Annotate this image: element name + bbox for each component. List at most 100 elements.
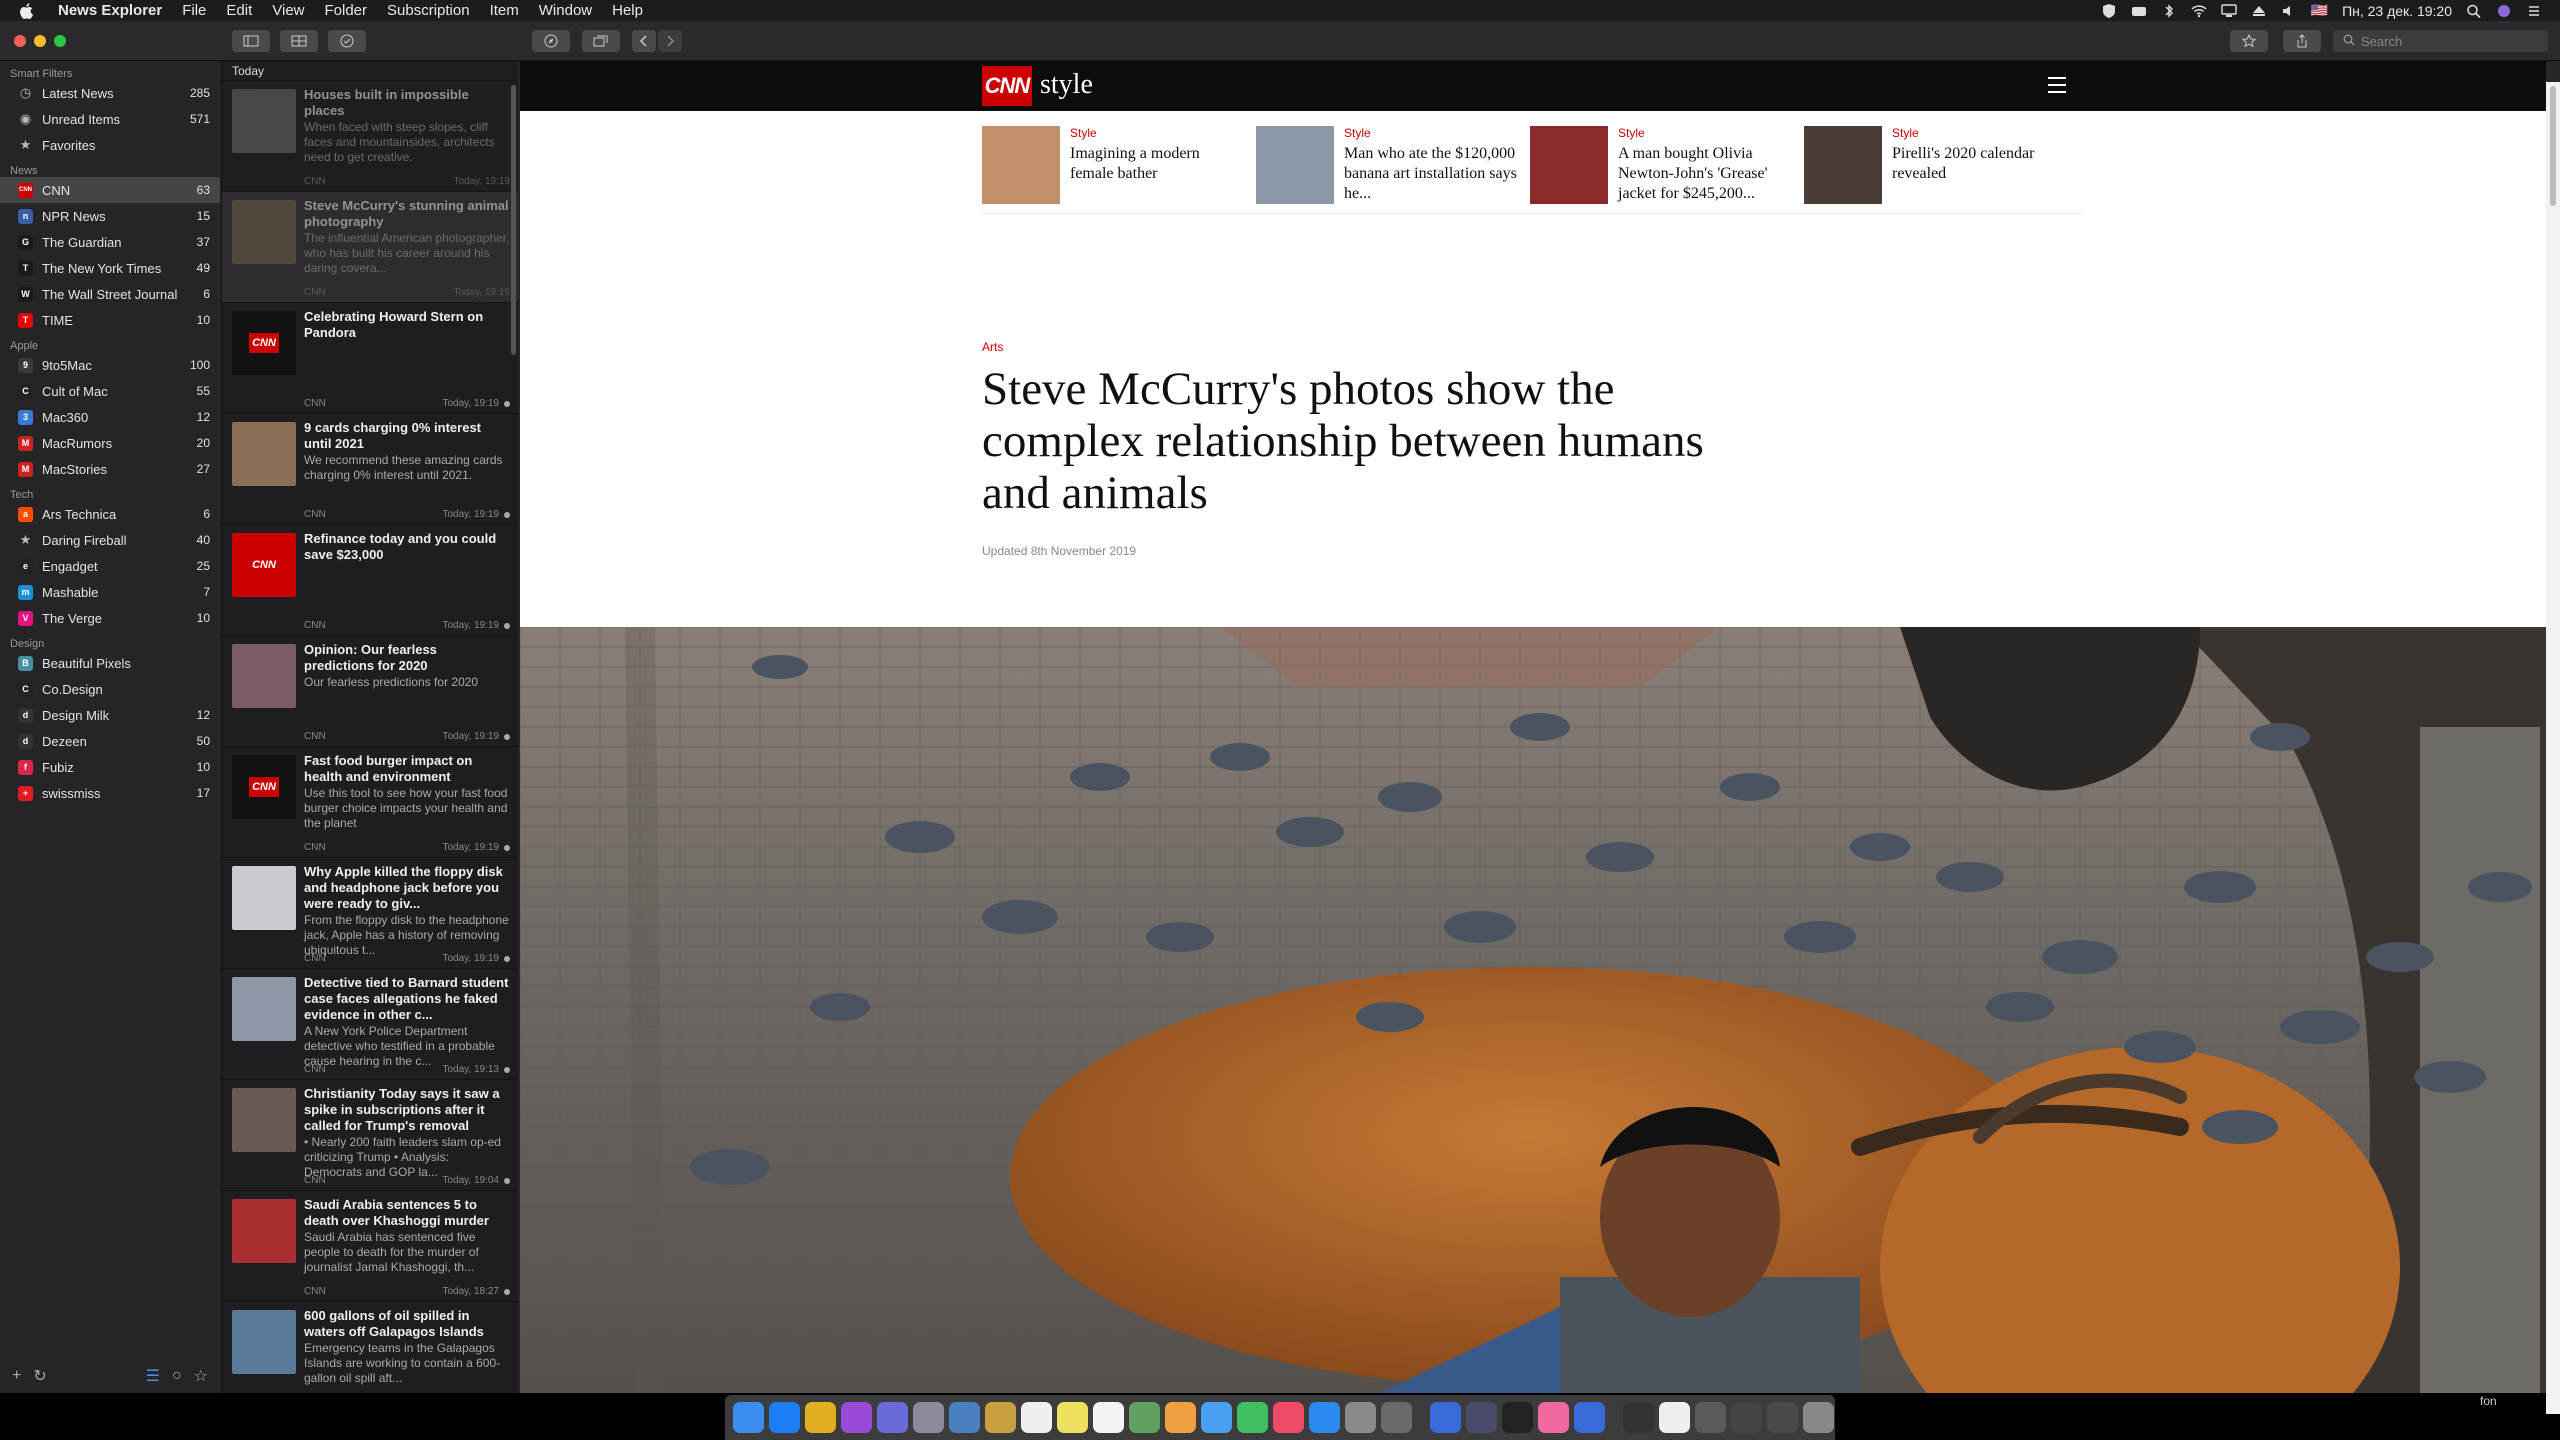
article-list-item[interactable]: Saudi Arabia sentences 5 to death over K… <box>222 1191 518 1302</box>
close-window-button[interactable] <box>14 35 26 47</box>
reader-scrollbar[interactable] <box>2546 82 2560 1414</box>
photos-icon[interactable] <box>1165 1402 1196 1433</box>
music-icon[interactable] <box>1273 1402 1304 1433</box>
article-list-item[interactable]: Opinion: Our fearless predictions for 20… <box>222 636 518 747</box>
mail-icon[interactable] <box>1201 1402 1232 1433</box>
article-list-item[interactable]: 9 cards charging 0% interest until 2021 W… <box>222 414 518 525</box>
sidebar-item-engadget[interactable]: e Engadget 25 <box>0 553 220 579</box>
sidebar-item-unread-items[interactable]: ◉ Unread Items 571 <box>0 106 220 132</box>
menu-folder[interactable]: Folder <box>315 2 378 19</box>
article-list-item[interactable]: Houses built in impossible places When fa… <box>222 81 518 192</box>
sidebar-item-9to5mac[interactable]: 9 9to5Mac 100 <box>0 352 220 378</box>
menubar-clock[interactable]: Пн, 23 дек. 19:20 <box>2342 3 2452 19</box>
volume-icon[interactable] <box>2281 4 2297 18</box>
sidebar-item-the-verge[interactable]: V The Verge 10 <box>0 605 220 631</box>
notification-center-icon[interactable] <box>2526 4 2542 18</box>
appstore-icon[interactable] <box>1309 1402 1340 1433</box>
article-category[interactable]: Arts <box>982 340 1003 354</box>
chrome-icon[interactable] <box>805 1402 836 1433</box>
menu-view[interactable]: View <box>262 2 314 19</box>
display-icon[interactable] <box>2220 3 2237 18</box>
list-scrollbar[interactable] <box>511 85 516 355</box>
sidebar-item-daring-fireball[interactable]: ★ Daring Fireball 40 <box>0 527 220 553</box>
favorites-filter-icon[interactable]: ☆ <box>194 1366 208 1386</box>
siri-icon[interactable] <box>2496 4 2512 18</box>
list-filter-icon[interactable]: ☰ <box>146 1366 160 1386</box>
sidebar-item-favorites[interactable]: ★ Favorites <box>0 132 220 158</box>
terminal-icon[interactable] <box>1502 1402 1533 1433</box>
sidebar-item-ars-technica[interactable]: a Ars Technica 6 <box>0 501 220 527</box>
podcasts-icon[interactable] <box>841 1402 872 1433</box>
toggle-sidebar-button[interactable] <box>232 30 270 52</box>
eject-icon[interactable] <box>2251 4 2267 18</box>
textedit-icon[interactable] <box>1093 1402 1124 1433</box>
stickies-icon[interactable] <box>1057 1402 1088 1433</box>
screenshot-icon[interactable] <box>1767 1402 1798 1433</box>
sidebar-item-beautiful-pixels[interactable]: B Beautiful Pixels <box>0 650 220 676</box>
article-list-item[interactable]: CNN Fast food burger impact on health and… <box>222 747 518 858</box>
bluetooth-icon[interactable] <box>2161 3 2177 18</box>
maps-icon[interactable] <box>1129 1402 1160 1433</box>
wifi-icon[interactable] <box>2191 4 2207 18</box>
input-source-flag[interactable]: 🇺🇸 <box>2311 2 2328 19</box>
article-list-item[interactable]: Detective tied to Barnard student case f… <box>222 969 518 1080</box>
sidebar-item-latest-news[interactable]: ◷ Latest News 285 <box>0 80 220 106</box>
xcode-icon[interactable] <box>1430 1402 1461 1433</box>
sidebar-item-npr-news[interactable]: n NPR News 15 <box>0 203 220 229</box>
activity-monitor-icon[interactable] <box>1623 1402 1654 1433</box>
cnn-style-wordmark[interactable]: style <box>1040 69 1093 101</box>
add-icon[interactable]: + <box>12 1367 21 1385</box>
article-list-item[interactable]: Steve McCurry's stunning animal photogra… <box>222 192 518 303</box>
search-icon[interactable] <box>2466 4 2482 18</box>
safari-open-button[interactable] <box>532 30 570 52</box>
menu-app-name[interactable]: News Explorer <box>48 2 172 19</box>
menu-file[interactable]: File <box>172 2 216 19</box>
sidebar-item-the-new-york-times[interactable]: T The New York Times 49 <box>0 255 220 281</box>
news-explorer-icon[interactable] <box>1574 1402 1605 1433</box>
favorite-button[interactable] <box>2230 30 2268 52</box>
article-list-item[interactable]: Christianity Today says it saw a spike i… <box>222 1080 518 1191</box>
calendar-icon[interactable] <box>1021 1402 1052 1433</box>
forward-button[interactable] <box>658 30 682 52</box>
sidebar-item-design-milk[interactable]: d Design Milk 12 <box>0 702 220 728</box>
sidebar-item-fubiz[interactable]: f Fubiz 10 <box>0 754 220 780</box>
folder-icon[interactable] <box>1695 1402 1726 1433</box>
news-icon[interactable] <box>1381 1402 1412 1433</box>
network-icon[interactable] <box>1466 1402 1497 1433</box>
sidebar-item-dezeen[interactable]: d Dezeen 50 <box>0 728 220 754</box>
mark-all-read-button[interactable] <box>328 30 366 52</box>
menu-window[interactable]: Window <box>529 2 602 19</box>
sidebar-item-cnn[interactable]: CNN CNN 63 <box>0 177 220 203</box>
safari-icon[interactable] <box>769 1402 800 1433</box>
minimize-window-button[interactable] <box>34 35 46 47</box>
related-story[interactable]: Style A man bought Olivia Newton-John's '… <box>1530 126 1790 206</box>
launchpad-icon[interactable] <box>877 1402 908 1433</box>
notes-icon[interactable] <box>985 1402 1016 1433</box>
sidebar-item-the-guardian[interactable]: G The Guardian 37 <box>0 229 220 255</box>
cloud-icon[interactable] <box>2131 4 2147 18</box>
sidebar-item-macrumors[interactable]: M MacRumors 20 <box>0 430 220 456</box>
finder-icon[interactable] <box>733 1402 764 1433</box>
downloads-icon[interactable] <box>1731 1402 1762 1433</box>
share-button[interactable] <box>2283 30 2321 52</box>
article-list-item[interactable]: 600 gallons of oil spilled in waters off… <box>222 1302 518 1393</box>
menu-item[interactable]: Item <box>480 2 529 19</box>
article-list-item[interactable]: CNN Refinance today and you could save $2… <box>222 525 518 636</box>
messages-icon[interactable] <box>1237 1402 1268 1433</box>
related-story[interactable]: Style Man who ate the $120,000 banana art… <box>1256 126 1517 206</box>
unread-filter-icon[interactable]: ○ <box>172 1367 182 1385</box>
related-story[interactable]: Style Pirelli's 2020 calendar revealed <box>1804 126 2064 206</box>
system-preferences-icon[interactable] <box>1345 1402 1376 1433</box>
related-story[interactable]: Style Imagining a modern female bather <box>982 126 1242 206</box>
preview-icon[interactable] <box>949 1402 980 1433</box>
menu-subscription[interactable]: Subscription <box>377 2 480 19</box>
sidebar-item-cult-of-mac[interactable]: C Cult of Mac 55 <box>0 378 220 404</box>
trash-icon[interactable] <box>1803 1402 1834 1433</box>
cnn-logo[interactable]: CNN <box>982 66 1032 106</box>
sidebar-item-mac360[interactable]: 3 Mac360 12 <box>0 404 220 430</box>
layout-button[interactable] <box>280 30 318 52</box>
sidebar-item-time[interactable]: T TIME 10 <box>0 307 220 333</box>
apple-logo-icon[interactable] <box>18 2 34 19</box>
zoom-window-button[interactable] <box>54 35 66 47</box>
sidebar-item-mashable[interactable]: m Mashable 7 <box>0 579 220 605</box>
